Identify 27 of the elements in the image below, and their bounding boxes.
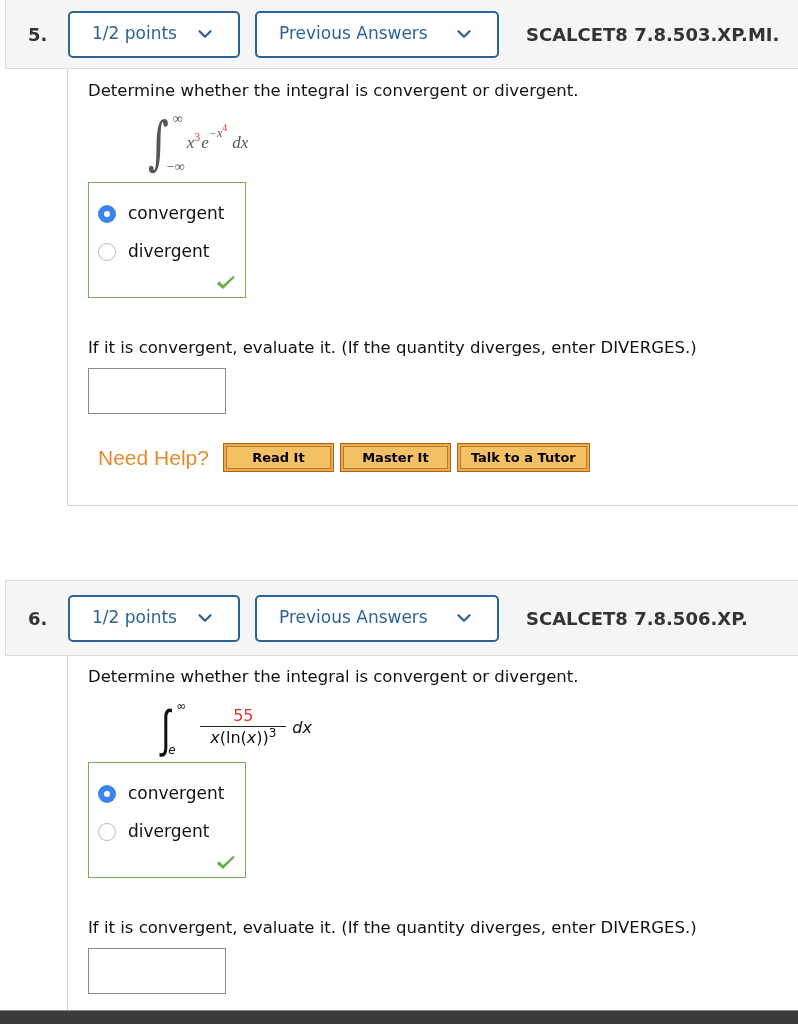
option-label: divergent [128,240,210,263]
question-number: 6. [28,606,49,631]
math-formula: ∫∞ e 55 x(ln(x))$^{3}$ dx [161,699,312,756]
need-help-label: Need Help? [98,444,209,471]
evaluate-prompt: If it is convergent, evaluate it. (If the quantity diverges, enter DIVERGES.) [88,916,698,939]
previous-answers-dropdown[interactable]: Previous Answers [255,594,499,642]
points-dropdown[interactable]: 1/2 points [68,10,240,58]
option-label: divergent [128,820,210,843]
question-number: 5. [28,22,49,47]
radio-button[interactable] [98,242,116,261]
problem-code: SCALCET8 7.8.506.XP. [526,606,748,631]
answer-input[interactable] [88,367,226,414]
option-label: convergent [128,202,225,225]
radio-button[interactable] [98,822,116,841]
evaluate-prompt: If it is convergent, evaluate it. (If the quantity diverges, enter DIVERGES.) [88,336,698,359]
help-button[interactable]: Master It [339,442,451,472]
previous-answers-dropdown[interactable]: Previous Answers [255,10,499,58]
help-button[interactable]: Read It [222,442,334,472]
option-label: convergent [128,782,225,805]
problem-code: SCALCET8 7.8.503.XP.MI. [526,22,780,47]
points-dropdown[interactable]: 1/2 points [68,594,240,642]
radio-button[interactable] [98,204,116,223]
radio-button[interactable] [98,784,116,803]
question-prompt: Determine whether the integral is convergent or divergent. [88,80,580,102]
question-prompt: Determine whether the integral is convergent or divergent. [88,666,580,688]
answer-input[interactable] [88,947,226,994]
help-button[interactable]: Talk to a Tutor [456,442,590,472]
